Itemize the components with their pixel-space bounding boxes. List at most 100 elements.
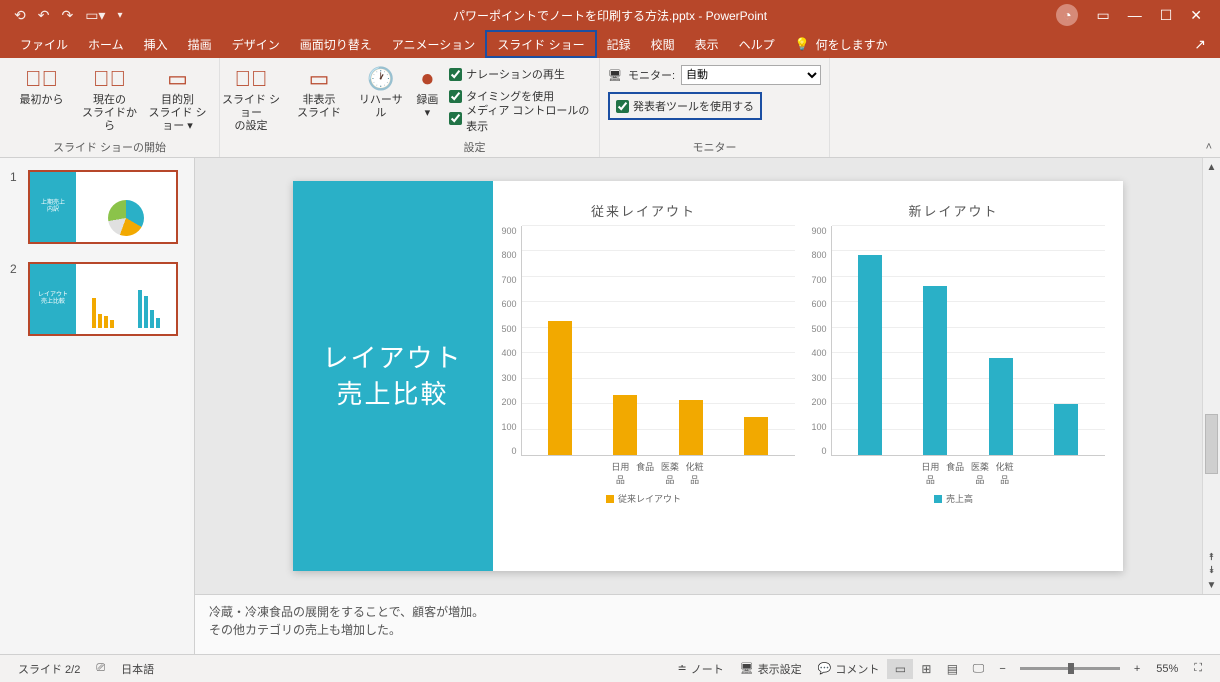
tab-design[interactable]: デザイン: [222, 30, 290, 58]
chart-bar: [989, 358, 1013, 455]
fit-to-window-button[interactable]: ⛶: [1186, 662, 1210, 675]
l: ノート: [691, 661, 724, 677]
zoom-in-button[interactable]: +: [1126, 663, 1148, 675]
hide-slide-button[interactable]: ▭ 非表示スライド: [287, 62, 351, 120]
comment-icon: 💬: [818, 662, 832, 675]
pie-icon: [108, 200, 144, 236]
account-icon[interactable]: ◔: [1056, 4, 1078, 26]
start-from-beginning-icon[interactable]: ▭▾: [85, 7, 105, 24]
l: 録画: [416, 94, 438, 106]
notes-pane[interactable]: 冷蔵・冷凍食品の展開をすることで、顧客が増加。 その他カテゴリの売上も増加した。: [195, 594, 1220, 654]
custom-show-icon: ▭: [162, 66, 194, 92]
status-bar: スライド 2/2 ⎚ 日本語 ≐ノート 🖥表示設定 💬コメント ▭ ⊞ ▤ 🖵 …: [0, 654, 1220, 682]
tell-me-search[interactable]: 💡 何をしますか: [795, 36, 888, 53]
scroll-down-icon[interactable]: ▼: [1203, 576, 1220, 594]
share-icon[interactable]: ↗: [1194, 36, 1206, 53]
title-bar: ⟲ ↶ ↷ ▭▾ ▾ パワーポイントでノートを印刷する方法.pptx - Pow…: [0, 0, 1220, 30]
tab-view[interactable]: 表示: [685, 30, 729, 58]
tab-transitions[interactable]: 画面切り替え: [290, 30, 382, 58]
language-indicator[interactable]: 日本語: [113, 661, 162, 677]
l: スライド ショー ▾: [148, 107, 206, 132]
chart-bar: [613, 395, 637, 455]
tab-file[interactable]: ファイル: [10, 30, 78, 58]
notes-line: 冷蔵・冷凍食品の展開をすることで、顧客が増加。: [209, 603, 1206, 621]
minimize-icon[interactable]: ―: [1128, 7, 1142, 23]
use-presenter-view-highlight: 発表者ツールを使用する: [608, 92, 762, 120]
custom-slideshow-button[interactable]: ▭ 目的別スライド ショー ▾: [146, 62, 210, 134]
from-beginning-button[interactable]: ▶⃞ 最初から: [10, 62, 74, 107]
notes-line: その他カテゴリの売上も増加した。: [209, 621, 1206, 639]
lightbulb-icon: 💡: [795, 37, 810, 51]
display-settings-button[interactable]: 🖥表示設定: [732, 661, 810, 677]
from-beginning-label: 最初から: [20, 94, 64, 107]
rehearse-button[interactable]: 🕐 リハーサル: [356, 62, 406, 120]
l: 現在の: [93, 94, 126, 106]
record-icon: ⏺: [411, 66, 443, 92]
slide-title: レイアウト 売上比較: [293, 181, 493, 571]
zoom-level[interactable]: 55%: [1148, 663, 1186, 675]
redo-icon[interactable]: ↷: [61, 7, 73, 24]
use-presenter-view-checkbox[interactable]: 発表者ツールを使用する: [616, 96, 754, 116]
sorter-view-button[interactable]: ⊞: [913, 659, 939, 679]
slideshow-view-button[interactable]: 🖵: [965, 659, 991, 679]
zoom-slider[interactable]: [1020, 667, 1120, 670]
slide-editor: レイアウト 売上比較 従来レイアウト9008007006005004003002…: [195, 158, 1220, 654]
vertical-scrollbar[interactable]: ▲ ⯭ ⯯ ▼: [1202, 158, 1220, 594]
ribbon: ▶⃞ 最初から ▶⃞ 現在のスライドから ▭ 目的別スライド ショー ▾ スライ…: [0, 58, 1220, 158]
scrollbar-thumb[interactable]: [1205, 414, 1218, 474]
tab-review[interactable]: 校閲: [641, 30, 685, 58]
chart-bar: [744, 417, 768, 455]
monitor-selector[interactable]: 🖥 モニター: 自動: [608, 64, 821, 86]
thumb-title: 上期売上 内訳: [30, 172, 76, 242]
clock-icon: 🕐: [365, 66, 397, 92]
slide-indicator[interactable]: スライド 2/2: [10, 661, 88, 677]
ribbon-tabs: ファイル ホーム 挿入 描画 デザイン 画面切り替え アニメーション スライド …: [0, 30, 1220, 58]
l: 表示設定: [758, 661, 802, 677]
show-media-controls-checkbox[interactable]: メディア コントロールの表示: [449, 108, 593, 128]
collapse-ribbon-icon[interactable]: ˄: [1206, 141, 1212, 153]
tab-help[interactable]: ヘルプ: [729, 30, 785, 58]
tab-draw[interactable]: 描画: [178, 30, 222, 58]
slide-thumbnail-2[interactable]: レイアウト 売上比較: [28, 262, 178, 336]
from-current-button[interactable]: ▶⃞ 現在のスライドから: [78, 62, 142, 134]
l: メディア コントロールの表示: [466, 102, 593, 134]
spell-check-icon[interactable]: ⎚: [88, 662, 113, 675]
tab-animations[interactable]: アニメーション: [382, 30, 486, 58]
scroll-up-icon[interactable]: ▲: [1203, 158, 1220, 176]
qat-dropdown-icon[interactable]: ▾: [117, 10, 122, 21]
autosave-icon[interactable]: ⟲: [14, 7, 26, 24]
l: ナレーションの再生: [466, 66, 565, 82]
reading-view-button[interactable]: ▤: [939, 659, 965, 679]
group-label-start: スライド ショーの開始: [53, 139, 166, 157]
zoom-out-button[interactable]: −: [991, 663, 1013, 675]
tab-home[interactable]: ホーム: [78, 30, 134, 58]
normal-view-button[interactable]: ▭: [887, 659, 913, 679]
l: スライドから: [82, 107, 137, 132]
l: 非表示: [303, 94, 336, 106]
tab-insert[interactable]: 挿入: [134, 30, 178, 58]
record-button[interactable]: ⏺ 録画▾: [410, 62, 445, 120]
tab-slideshow[interactable]: スライド ショー: [485, 30, 596, 58]
next-slide-icon[interactable]: ⯯: [1209, 565, 1215, 576]
play-current-icon: ▶⃞: [94, 66, 126, 92]
setup-slideshow-button[interactable]: ⚙⃞ スライド ショーの設定: [219, 62, 283, 134]
notes-button[interactable]: ≐ノート: [670, 661, 732, 677]
slide-thumbnail-1[interactable]: 上期売上 内訳: [28, 170, 178, 244]
thumb-number: 1: [10, 170, 22, 184]
chart-bar: [858, 255, 882, 455]
slide[interactable]: レイアウト 売上比較 従来レイアウト9008007006005004003002…: [293, 181, 1123, 571]
comments-button[interactable]: 💬コメント: [810, 661, 888, 677]
prev-slide-icon[interactable]: ⯭: [1209, 552, 1215, 563]
thumb-number: 2: [10, 262, 22, 276]
l: ▾: [425, 107, 431, 119]
setup-icon: ⚙⃞: [235, 66, 267, 92]
monitor-label: モニター:: [628, 67, 675, 83]
ribbon-display-icon[interactable]: ▭: [1096, 7, 1109, 24]
chart-bar: [923, 286, 947, 455]
play-narrations-checkbox[interactable]: ナレーションの再生: [449, 64, 593, 84]
maximize-icon[interactable]: ☐: [1160, 7, 1173, 24]
tab-record[interactable]: 記録: [597, 30, 641, 58]
undo-icon[interactable]: ↶: [38, 7, 50, 24]
close-icon[interactable]: ✕: [1190, 7, 1202, 24]
monitor-select[interactable]: 自動: [681, 65, 821, 85]
